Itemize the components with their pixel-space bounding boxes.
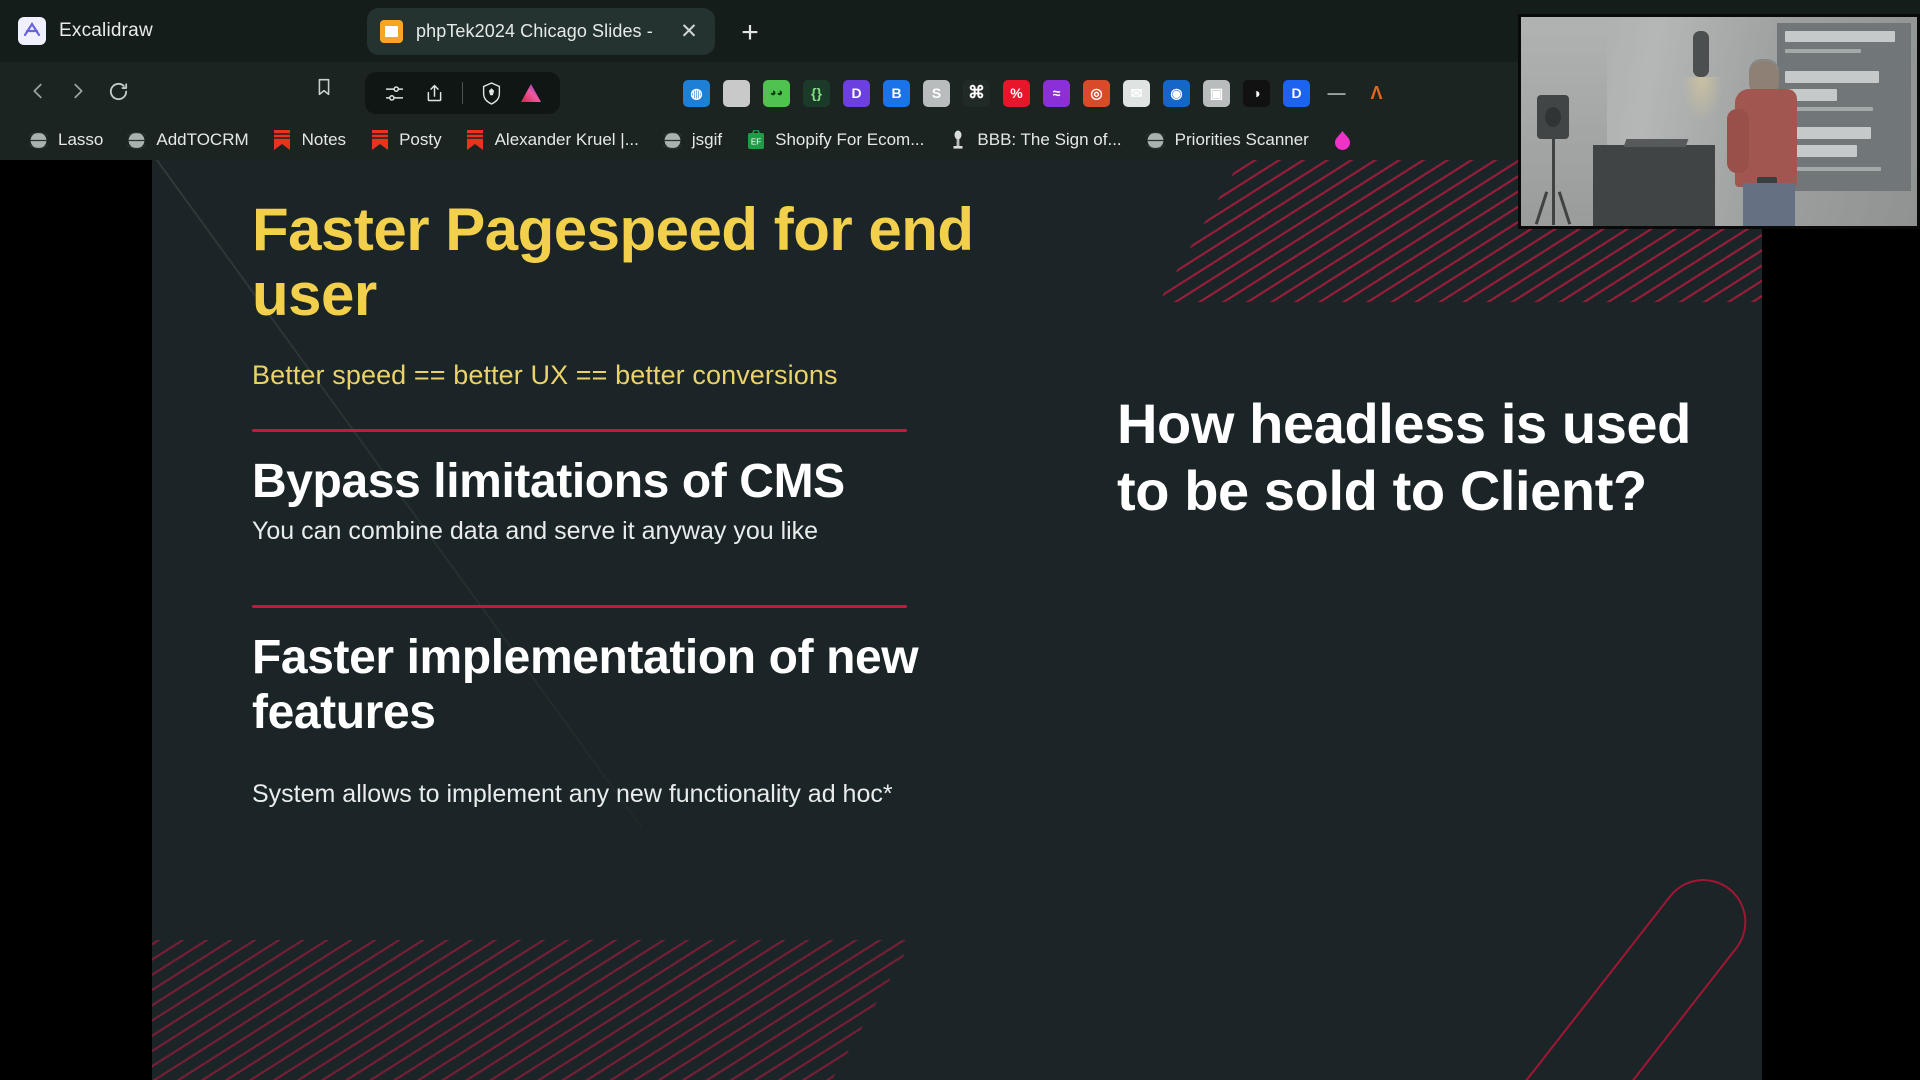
bookmark-label: BBB: The Sign of... — [977, 130, 1122, 149]
slide-subtitle: Better speed == better UX == better conv… — [252, 359, 838, 390]
shopify-bag-extension-icon[interactable]: S — [923, 79, 950, 107]
bookmark-item-bbb-the-sign-of[interactable]: BBB: The Sign of... — [937, 126, 1131, 155]
sliders-icon[interactable] — [377, 76, 411, 110]
slide-right-column: How headless is used to be sold to Clien… — [1117, 390, 1757, 524]
pink-flame-icon — [1332, 130, 1353, 151]
section-three-body: System allows to implement any new funct… — [252, 780, 893, 808]
share-upload-icon[interactable] — [417, 76, 451, 110]
bookmark-item-lasso[interactable]: Lasso — [18, 126, 113, 155]
divider-rule-two — [252, 604, 907, 608]
divider-rule-one — [252, 428, 907, 432]
app-name-label: Excalidraw — [59, 20, 153, 41]
red-bookmark-icon — [272, 130, 293, 151]
new-tab-button[interactable]: + — [735, 18, 765, 48]
bookmark-label: Priorities Scanner — [1174, 130, 1309, 149]
globe-icon — [28, 130, 49, 151]
bookmark-item-jsgif[interactable]: jsgif — [652, 126, 732, 155]
bookmark-label: AddTOCRM — [156, 130, 249, 149]
toolbar-divider — [462, 82, 463, 104]
globe-icon — [662, 130, 683, 151]
browser-tab[interactable]: phpTek2024 Chicago Slides - ✕ — [367, 8, 715, 55]
hatch-pattern-bottom-left — [152, 940, 913, 1080]
capsule-outline-decoration — [1474, 861, 1762, 1080]
bookmark-item-posty[interactable]: Posty — [359, 126, 452, 155]
camera-haze-overlay — [1521, 17, 1917, 226]
globe-icon — [126, 130, 147, 151]
bookmark-label: Lasso — [58, 130, 104, 149]
bookmark-item-notes[interactable]: Notes — [262, 126, 356, 155]
orange-arrow-extension-icon[interactable]: Λ — [1363, 80, 1390, 107]
slide-left-column: Faster Pagespeed for end user Better spe… — [252, 196, 1082, 812]
bookmark-label: Alexander Kruel |... — [494, 130, 639, 149]
camera-extension-icon[interactable]: ▣ — [1203, 79, 1230, 107]
grayscale-card-extension-icon[interactable] — [723, 79, 750, 107]
extension-icons-row: ◍ ◕◕{} D B S ⌘% ≈ ◎ ✉ ◉ ▣ ◑ D — Λ — [683, 72, 1390, 114]
section-two-body: You can combine data and serve it anyway… — [252, 516, 819, 545]
section-two-heading: Bypass limitations of CMS — [252, 454, 845, 508]
close-icon[interactable]: ✕ — [676, 19, 702, 45]
bookmark-item-alexander-kruel[interactable]: Alexander Kruel |... — [455, 126, 649, 155]
browser-window: Excalidraw phpTek2024 Chicago Slides - ✕… — [0, 0, 1920, 1080]
mail-plus-extension-icon[interactable]: ✉ — [1123, 79, 1150, 107]
chrome-multicolor-extension-icon[interactable]: ◎ — [1083, 79, 1110, 107]
bookmark-outline-icon[interactable] — [313, 76, 335, 103]
slide-main-headline: Faster Pagespeed for end user — [252, 196, 974, 328]
app-badge: Excalidraw — [18, 17, 153, 45]
slide-stage: Faster Pagespeed for end user Better spe… — [0, 160, 1920, 1080]
excalidraw-logo-icon — [18, 17, 46, 45]
brave-leo-triangle-icon[interactable] — [514, 76, 548, 110]
brave-toolbar-pill — [365, 72, 560, 114]
bookmark-label: Shopify For Ecom... — [775, 130, 925, 149]
globe-icon — [1145, 130, 1166, 151]
section-three-heading: Faster implementation of new features — [252, 630, 919, 739]
dropbox-d-extension-icon[interactable]: D — [843, 79, 870, 107]
red-bookmark-icon — [369, 130, 390, 151]
command-key-extension-icon[interactable]: ⌘ — [963, 79, 990, 107]
purple-wave-extension-icon[interactable]: ≈ — [1043, 79, 1070, 107]
bookmark-label: jsgif — [691, 130, 723, 149]
ef-green-icon: EF — [745, 130, 766, 151]
bookmark-item-addtocrm[interactable]: AddTOCRM — [116, 126, 258, 155]
bbb-torch-icon — [947, 130, 968, 151]
chevron-right-icon[interactable] — [58, 71, 98, 111]
d-blue-extension-icon[interactable]: D — [1283, 79, 1310, 107]
blue-badge-extension-icon[interactable]: B — [883, 79, 910, 107]
ghost-extension-icon[interactable]: ◑ — [1243, 79, 1270, 107]
tag-extension-icon[interactable]: ◍ — [683, 79, 710, 107]
bookmark-item-9[interactable] — [1322, 126, 1363, 155]
minus-circle-extension-icon[interactable]: — — [1323, 80, 1350, 107]
reload-icon[interactable] — [98, 71, 138, 111]
svg-text:EF: EF — [750, 138, 760, 147]
google-slides-favicon — [380, 20, 403, 43]
chevron-left-icon[interactable] — [18, 71, 58, 111]
blue-swirl-extension-icon[interactable]: ◉ — [1163, 79, 1190, 107]
percent-red-extension-icon[interactable]: % — [1003, 79, 1030, 107]
bookmark-item-priorities-scanner[interactable]: Priorities Scanner — [1135, 126, 1319, 155]
presentation-slide[interactable]: Faster Pagespeed for end user Better spe… — [152, 160, 1762, 1080]
brave-lion-shield-icon[interactable] — [474, 76, 508, 110]
bookmark-label: Notes — [301, 130, 347, 149]
tab-title: phpTek2024 Chicago Slides - — [416, 21, 653, 41]
bookmark-label: Posty — [399, 130, 442, 149]
code-brackets-extension-icon[interactable]: {} — [803, 79, 830, 107]
right-column-heading: How headless is used to be sold to Clien… — [1117, 392, 1691, 523]
bookmark-item-shopify-for-ecom[interactable]: EF Shopify For Ecom... — [735, 126, 934, 155]
presenter-camera-overlay[interactable] — [1518, 14, 1920, 229]
red-bookmark-icon — [465, 130, 486, 151]
green-glasses-extension-icon[interactable]: ◕◕ — [763, 79, 790, 107]
